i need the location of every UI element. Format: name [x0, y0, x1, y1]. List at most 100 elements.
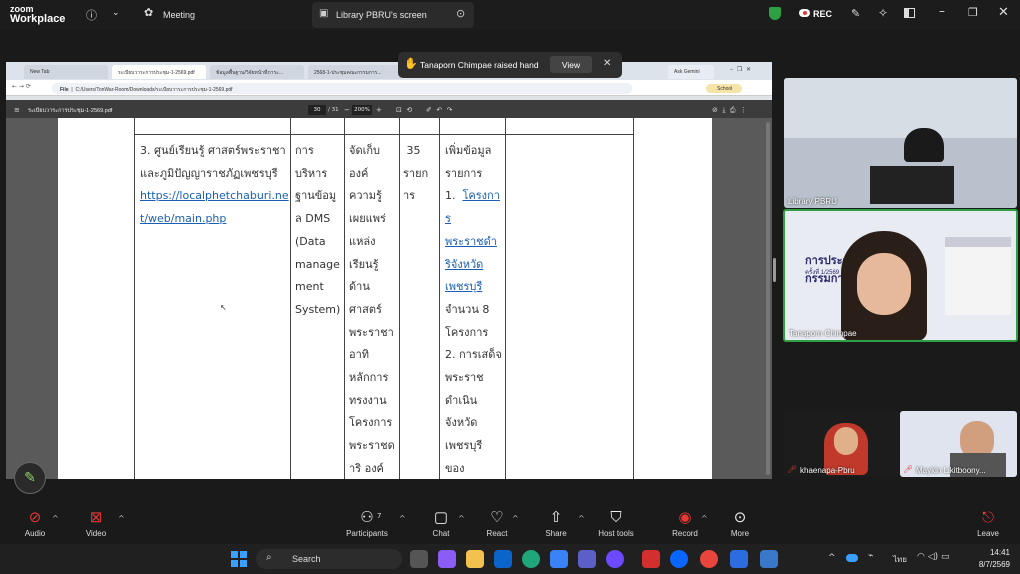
- person-face: [857, 253, 911, 315]
- info-icon[interactable]: ⓘ: [86, 7, 97, 23]
- video-tile-khaenapa[interactable]: 🎤︎ khaenapa-Pbru: [784, 411, 899, 477]
- raised-hand-icon: ✋: [404, 57, 418, 70]
- restore-icon[interactable]: ❐: [968, 6, 978, 19]
- participant-count: 7: [377, 512, 382, 520]
- building-shape: [945, 237, 1011, 315]
- share-button[interactable]: ⇧ Share: [526, 508, 586, 538]
- address-bar[interactable]: File | C:/Users/TonWar-Room/Downloads/ระ…: [52, 83, 632, 94]
- file-label: File: [60, 87, 69, 93]
- address-url: C:/Users/TonWar-Room/Downloads/ระเบียบวา…: [75, 87, 233, 93]
- onedrive-icon[interactable]: [846, 554, 858, 562]
- chat-options-icon[interactable]: ^: [458, 514, 465, 523]
- menu-icon[interactable]: ≡: [14, 106, 20, 114]
- wifi-volume-battery-icons[interactable]: ◠ ◁) ▭: [917, 552, 950, 562]
- task-view-icon[interactable]: [410, 550, 428, 568]
- zoom-app-icon[interactable]: [670, 550, 688, 568]
- sparkle-icon[interactable]: ✧: [878, 6, 888, 20]
- table-cell-additions: เพิ่มข้อมูล รายการ 1. โครงกา ร พระราชดำ …: [445, 144, 502, 475]
- person-face: [834, 427, 858, 455]
- zoom-in-icon[interactable]: +: [376, 106, 382, 114]
- video-button[interactable]: ⊠ Video: [66, 508, 126, 538]
- pdf-viewer[interactable]: 3. ศูนย์เรียนรู้ ศาสตร์พระราชา และภูมิปั…: [6, 118, 772, 479]
- share-options-icon[interactable]: ^: [578, 514, 585, 523]
- notification-text: Tanaporn Chimpae raised hand: [420, 60, 539, 70]
- table-cell-center-name: 3. ศูนย์เรียนรู้ ศาสตร์พระราชา และภูมิปั…: [140, 144, 289, 226]
- close-icon[interactable]: ✕: [998, 5, 1009, 20]
- raised-hand-notification: ✋ Tanaporn Chimpae raised hand View ✕: [398, 52, 622, 78]
- annotate-icon[interactable]: ✎: [851, 7, 860, 20]
- edge-icon[interactable]: [522, 550, 540, 568]
- line-app-icon[interactable]: [642, 550, 660, 568]
- browser-tab[interactable]: ข้อมูลพื้นฐาน/วิจัยหน้าที่ภาระ...: [210, 65, 304, 79]
- record-button[interactable]: ◉ Record: [655, 508, 715, 538]
- share-title: Library PBRU's screen: [336, 10, 427, 20]
- zoom-taskbar-icon[interactable]: [730, 550, 748, 568]
- pdf-scrollbar[interactable]: [766, 122, 770, 475]
- more-icon: ⊙: [733, 509, 747, 526]
- audio-button[interactable]: ⊘ Audio: [5, 508, 65, 538]
- taskbar-search[interactable]: Search: [256, 549, 402, 569]
- participants-button[interactable]: ⚇ Participants: [337, 508, 397, 538]
- close-notification-icon[interactable]: ✕: [603, 58, 611, 69]
- react-options-icon[interactable]: ^: [512, 514, 519, 523]
- react-button[interactable]: ♡ React: [467, 508, 527, 538]
- share-title-tab[interactable]: ▣ Library PBRU's screen ⊙: [312, 2, 474, 28]
- page-number-input[interactable]: 30: [308, 105, 326, 115]
- clock-time[interactable]: 14:41: [980, 548, 1010, 557]
- browser-tab[interactable]: 2568-1-ประชุมคณะกรรมการ...: [308, 65, 402, 79]
- file-explorer-icon[interactable]: [466, 550, 484, 568]
- layout-icon[interactable]: [904, 8, 915, 18]
- mouse-cursor-icon: ↖: [220, 303, 227, 312]
- video-tile-maykin[interactable]: 🎤︎ Maykin Likitboony...: [900, 411, 1017, 477]
- browser-tab[interactable]: New Tab: [24, 65, 108, 79]
- table-border: [134, 134, 633, 135]
- participant-name: khaenapa-Pbru: [800, 466, 855, 475]
- browser-tab-active[interactable]: ระเบียบวาระการประชุม-1-2569.pdf: [112, 65, 206, 79]
- rec-dot-icon: [803, 11, 807, 15]
- pdf-toolbar: [6, 100, 772, 118]
- app-icon[interactable]: [606, 550, 624, 568]
- ask-gemini-button[interactable]: Ask Gemini: [668, 65, 714, 79]
- participants-options-icon[interactable]: ^: [399, 514, 406, 523]
- download-print-icons[interactable]: ⊘ ⤓ ⎙ ⋮: [712, 106, 747, 115]
- view-button[interactable]: View: [550, 56, 592, 73]
- meeting-label[interactable]: Meeting: [163, 10, 195, 20]
- audio-options-icon[interactable]: ^: [52, 514, 59, 523]
- minimize-icon[interactable]: –: [939, 4, 945, 18]
- chat-button[interactable]: ▢ Chat: [411, 508, 471, 538]
- annotate-pencil-button[interactable]: ✎: [14, 462, 46, 494]
- participant-name: Maykin Likitboony...: [916, 466, 986, 475]
- copilot-icon[interactable]: [438, 550, 456, 568]
- outlook-icon[interactable]: [494, 550, 512, 568]
- fit-page-icon[interactable]: ⊡ ⟲: [396, 106, 412, 114]
- table-cell-system: การ บริหาร ฐานข้อมู ล DMS (Data manage m…: [295, 144, 341, 316]
- video-tile-active-speaker[interactable]: การประชุมคณะกรรมการประจำ ครั้งที่ 1/2569…: [783, 209, 1018, 342]
- chrome-icon[interactable]: [700, 550, 718, 568]
- host-tools-button[interactable]: ⛉ Host tools: [586, 508, 646, 538]
- chevron-down-icon[interactable]: ⌄: [112, 8, 120, 18]
- annotation-tools-icon[interactable]: ✐ ↶ ↷: [426, 106, 453, 114]
- center-website-link[interactable]: https://localphetchaburi.ne t/web/main.p…: [140, 189, 289, 225]
- zoom-level[interactable]: 200%: [352, 105, 372, 115]
- profile-button[interactable]: School: [706, 84, 742, 93]
- project-link[interactable]: โครงกา ร พระราชดำ ริจังหวัด เพชรบุรี: [445, 189, 500, 293]
- leave-button[interactable]: ⎋ Leave: [958, 508, 1018, 538]
- network-icon[interactable]: ⌁: [868, 551, 873, 561]
- teams-icon[interactable]: [578, 550, 596, 568]
- store-icon[interactable]: [550, 550, 568, 568]
- tray-chevron-icon[interactable]: ^: [828, 553, 836, 563]
- splitter-handle[interactable]: [773, 258, 776, 282]
- zoom-out-icon[interactable]: −: [344, 106, 350, 114]
- video-options-icon[interactable]: ^: [118, 514, 125, 523]
- language-indicator[interactable]: ไทย: [893, 553, 907, 566]
- window-controls[interactable]: – ❐ ✕: [730, 66, 751, 73]
- security-shield-icon[interactable]: [769, 7, 781, 20]
- more-options-icon[interactable]: ⊙: [456, 7, 465, 20]
- windows-start-icon[interactable]: [231, 551, 247, 567]
- nav-arrows-icon[interactable]: ← → ⟳: [12, 83, 31, 90]
- clock-date[interactable]: 8/7/2569: [970, 560, 1010, 569]
- record-options-icon[interactable]: ^: [701, 514, 708, 523]
- more-button[interactable]: ⊙ More: [710, 508, 770, 538]
- snipping-tool-icon[interactable]: [760, 550, 778, 568]
- video-tile-library[interactable]: Library PBRU: [784, 78, 1017, 208]
